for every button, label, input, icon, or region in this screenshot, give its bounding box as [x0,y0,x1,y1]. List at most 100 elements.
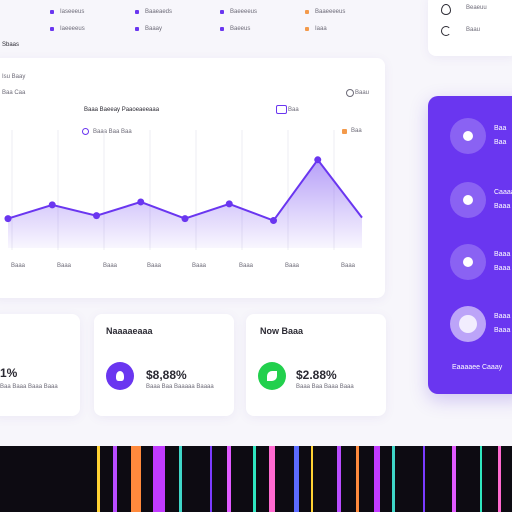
legend-item: Baaeaeds [135,9,172,15]
stat-title: Naaaaeaaa [106,326,153,336]
color-stripe [311,446,313,512]
x-tick-label: Baaa [192,263,207,269]
stat-value: 1% [0,366,18,380]
data-point[interactable] [270,217,277,225]
settings-icon[interactable] [346,89,354,97]
legend-dot [135,10,139,14]
color-stripe [179,446,182,512]
x-tick-label: Baaa [341,263,356,269]
side-item-circle [450,306,486,342]
legend-label: Iaeeeeus [60,26,85,32]
color-stripe [480,446,482,512]
sub-label-2: Baa Caa [2,90,26,96]
legend-item: Iaaa [305,26,327,32]
side-item[interactable]: Baaa Baaa [450,244,510,280]
legend-label: Iaaa [315,26,327,32]
legend-item: Baeeeeus [220,9,257,15]
chart-icon [463,195,473,205]
legend-dot [50,27,54,31]
color-stripe [356,446,359,512]
color-stripe [392,446,395,512]
top-right-item-1: Beaeuu [466,5,487,11]
color-bar-strip [0,446,512,512]
color-stripe [97,446,100,512]
legend-item: Iaeeeeus [50,26,85,32]
legend-label: Baeeeeus [230,9,258,15]
color-stripe [253,446,256,512]
legend-label: Baaeeeeus [315,9,346,15]
data-point[interactable] [4,215,12,223]
stat-caption: Baaa Baa Baaaaa Baaaa [146,384,214,390]
side-item-sublabel: Baaa [494,203,511,210]
x-tick-label: Baaa [147,263,162,269]
drop-icon [441,4,451,15]
data-point[interactable] [225,200,233,208]
data-point[interactable] [314,156,322,164]
legend-dot [220,27,224,31]
chart-title: Baaa Baeeay Paaoeaeeaaa [84,107,160,113]
legend-label: Iaseeeus [60,9,85,15]
settings-label: Baau [355,90,370,96]
color-stripe [337,446,341,512]
data-point[interactable] [181,215,189,223]
side-item[interactable]: Caaaa Baaa [450,182,512,218]
color-stripe [131,446,141,512]
side-panel: Baa Baa Caaaa Baaa Baaa Baaa Baaa Baaa E… [428,96,512,394]
stat-card[interactable]: Naaaaeaaa $8,88% Baaa Baa Baaaaa Baaaa [94,314,234,416]
legend-dot [220,10,224,14]
data-point[interactable] [48,201,56,209]
side-item[interactable]: Baa Baa [450,118,506,154]
refresh-icon[interactable] [441,26,451,36]
color-stripe [294,446,299,512]
side-item-label: Baa [494,125,507,132]
side-item-sublabel: Baaa [494,265,511,272]
color-stripe [113,446,117,512]
x-tick-label: Baaa [285,263,300,269]
area-chart: Baaa Baaa Baaa Baaa Baaa Baaa Baaa Baaa [4,130,363,269]
color-stripe [269,446,275,512]
legend-dot [305,27,309,31]
legend-label: Baaeaeds [145,9,173,15]
side-item-text: Caaaa Baaa [494,186,512,214]
legend-dot [305,10,309,14]
x-tick-label: Baaa [239,263,254,269]
chart-icon [459,315,477,333]
stat-caption: Baa Baaa Baaa Baaa [0,384,58,390]
legend-dot [135,27,139,31]
stat-card[interactable]: Now Baaa $2.88% Baaa Baa Baaa Baaa [246,314,386,416]
side-panel-footer: Eaaaaee Caaay [452,364,503,371]
legend-label: Baeeus [230,26,251,32]
sub-label-1: Isu Baay [2,74,26,80]
side-item-circle [450,182,486,218]
stat-card[interactable]: 1% Baa Baaa Baaa Baaa [0,314,80,416]
side-item-sublabel: Baa [494,139,507,146]
stat-caption: Baaa Baa Baaa Baaa [296,384,354,390]
side-item-text: Baaa Baaa [494,248,510,276]
side-item[interactable]: Baaa Baaa [450,306,510,342]
legend-item: Baaay [135,26,162,32]
chart-icon [463,257,473,267]
x-tick-label: Baaa [11,263,26,269]
side-item-text: Baa Baa [494,122,506,150]
stat-value: $2.88% [296,368,337,382]
top-right-card: Beaeuu Baau [428,0,512,56]
data-point[interactable] [137,198,145,206]
bulb-icon [106,362,134,390]
data-point[interactable] [93,212,100,220]
legend-item: Baaeeeeus [305,9,345,15]
color-stripe [423,446,425,512]
side-item-sublabel: Baaa [494,327,511,334]
legend-dot [50,10,54,14]
color-stripe [153,446,165,512]
toggle-label: Baa [288,107,299,113]
side-item-label: Caaaa [494,189,512,196]
toggle-icon[interactable] [276,105,287,114]
color-stripe [227,446,231,512]
stat-title: Now Baaa [260,326,304,336]
stat-value: $8,88% [146,368,187,382]
side-item-circle [450,118,486,154]
color-stripe [210,446,212,512]
legend-label: Baaay [145,26,163,32]
chart-icon [463,131,473,141]
color-stripe [498,446,501,512]
